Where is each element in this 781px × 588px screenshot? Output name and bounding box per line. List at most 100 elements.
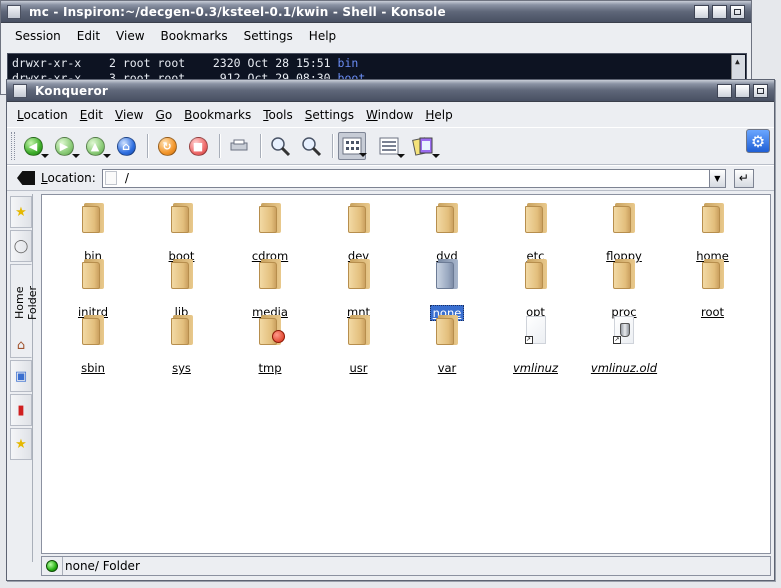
dropdown-arrow-icon <box>397 154 405 158</box>
menu-view[interactable]: View <box>109 108 149 122</box>
file-item[interactable]: opt <box>494 259 578 319</box>
konsole-title: mc - Inspiron:~/decgen-0.3/ksteel-0.1/kw… <box>29 4 446 19</box>
file-item[interactable]: none <box>405 259 489 321</box>
location-toolbar: Location: / ▼ ↵ <box>7 165 774 191</box>
zoom-in-button[interactable] <box>266 132 294 160</box>
network-icon: ▣ <box>14 368 28 384</box>
zoom-out-icon <box>302 137 322 157</box>
konqueror-gear-button[interactable]: ⚙ <box>746 129 770 153</box>
detail-view-button[interactable] <box>375 132 405 160</box>
menu-tools[interactable]: Tools <box>257 108 299 122</box>
file-item[interactable]: lib <box>140 259 224 319</box>
file-item[interactable]: mnt <box>317 259 401 319</box>
folder-icon <box>259 315 285 345</box>
kernel-image-icon: ↗ <box>613 316 634 344</box>
menu-go[interactable]: Go <box>150 108 179 122</box>
file-name-label: tmp <box>258 361 282 375</box>
forward-arrow-icon: ▶ <box>54 136 74 156</box>
reload-button[interactable]: ↻ <box>153 132 181 160</box>
location-history-dropdown[interactable]: ▼ <box>708 169 725 187</box>
sidebar-tab-history[interactable]: ◯ <box>10 230 32 262</box>
window-menu-icon[interactable] <box>13 83 27 98</box>
print-button[interactable] <box>225 132 253 160</box>
sidebar-tab-home-folder[interactable]: Home Folder ⌂ <box>10 264 39 358</box>
menu-bookmarks[interactable]: Bookmarks <box>178 108 257 122</box>
file-item[interactable]: floppy <box>582 203 666 263</box>
sidebar-tab-network[interactable]: ▣ <box>10 360 32 392</box>
go-button[interactable]: ↵ <box>733 168 754 188</box>
folder-icon <box>436 315 458 345</box>
menu-session[interactable]: Session <box>7 29 69 43</box>
file-item[interactable]: root <box>671 259 755 319</box>
back-button[interactable]: ◀ <box>19 132 49 160</box>
maximize-button[interactable] <box>735 83 750 98</box>
close-button[interactable] <box>730 4 745 19</box>
file-icon-view[interactable]: bin boot cdrom dev dvd etc floppy home initrd lib… <box>41 194 771 554</box>
file-name-label: var <box>437 361 457 375</box>
status-bar: none/ Folder <box>41 556 771 576</box>
folder-icon <box>170 315 193 345</box>
menu-view[interactable]: View <box>108 29 152 43</box>
konsole-titlebar[interactable]: mc - Inspiron:~/decgen-0.3/ksteel-0.1/kw… <box>1 1 751 23</box>
sidebar-tab-media[interactable]: ▮ <box>10 394 32 426</box>
file-item[interactable]: boot <box>140 203 224 263</box>
menu-help[interactable]: Help <box>301 29 344 43</box>
temp-badge-icon <box>272 330 285 343</box>
file-item[interactable]: dev <box>317 203 401 263</box>
forward-button[interactable]: ▶ <box>50 132 80 160</box>
file-item[interactable]: cdrom <box>228 203 312 263</box>
minimize-button[interactable] <box>694 4 709 19</box>
file-item[interactable]: tmp <box>228 315 312 375</box>
file-item[interactable]: initrd <box>51 259 135 319</box>
file-item[interactable]: etc <box>494 203 578 263</box>
location-input[interactable]: / ▼ <box>101 168 726 188</box>
file-item[interactable]: bin <box>51 203 135 263</box>
folder-icon <box>347 259 370 289</box>
file-item[interactable]: media <box>228 259 312 319</box>
file-item[interactable]: home <box>671 203 755 263</box>
menu-help[interactable]: Help <box>419 108 458 122</box>
maximize-button[interactable] <box>712 4 727 19</box>
minimize-button[interactable] <box>717 83 732 98</box>
folder-icon <box>259 203 281 233</box>
konqueror-menubar: Location Edit View Go Bookmarks Tools Se… <box>7 102 774 127</box>
file-name-label: sbin <box>81 361 105 375</box>
menu-bookmarks[interactable]: Bookmarks <box>153 29 236 43</box>
sidebar-tab-services[interactable]: ★ <box>10 428 32 460</box>
document-icon <box>104 171 117 185</box>
file-item[interactable]: sbin <box>51 315 135 375</box>
stop-button[interactable]: ■ <box>184 132 212 160</box>
home-icon: ⌂ <box>116 136 136 156</box>
file-name-label: sys <box>172 361 191 375</box>
zoom-out-button[interactable] <box>297 132 325 160</box>
menu-settings[interactable]: Settings <box>299 108 360 122</box>
menu-window[interactable]: Window <box>360 108 419 122</box>
menu-settings[interactable]: Settings <box>236 29 301 43</box>
sidebar-tab-label: Home Folder <box>13 286 39 320</box>
file-item[interactable]: var <box>405 315 489 375</box>
menu-location[interactable]: Location <box>11 108 74 122</box>
konqueror-titlebar[interactable]: Konqueror <box>7 80 774 102</box>
home-icon: ⌂ <box>16 338 26 353</box>
file-item[interactable]: sys <box>140 315 224 375</box>
stop-icon: ■ <box>188 136 208 156</box>
view-active-indicator-icon[interactable] <box>46 560 58 572</box>
window-menu-icon[interactable] <box>7 4 21 19</box>
zoom-in-icon <box>271 137 291 157</box>
file-item[interactable]: usr <box>317 315 401 375</box>
menu-edit[interactable]: Edit <box>69 29 108 43</box>
file-item[interactable]: ↗ vmlinuz.old <box>582 315 666 375</box>
icon-view-button[interactable] <box>338 132 367 160</box>
view-profile-button[interactable] <box>410 132 440 160</box>
file-item[interactable]: dvd <box>405 203 489 263</box>
file-item[interactable]: proc <box>582 259 666 319</box>
sidebar-tab-bookmarks[interactable]: ★ <box>10 196 32 228</box>
clear-location-icon[interactable] <box>17 171 35 185</box>
close-button[interactable] <box>753 83 768 98</box>
up-button[interactable]: ▲ <box>81 132 111 160</box>
print-icon <box>230 139 248 151</box>
home-button[interactable]: ⌂ <box>112 132 140 160</box>
toolbar-handle[interactable] <box>11 132 15 160</box>
menu-edit[interactable]: Edit <box>74 108 109 122</box>
file-item[interactable]: ↗ vmlinuz <box>494 315 578 375</box>
